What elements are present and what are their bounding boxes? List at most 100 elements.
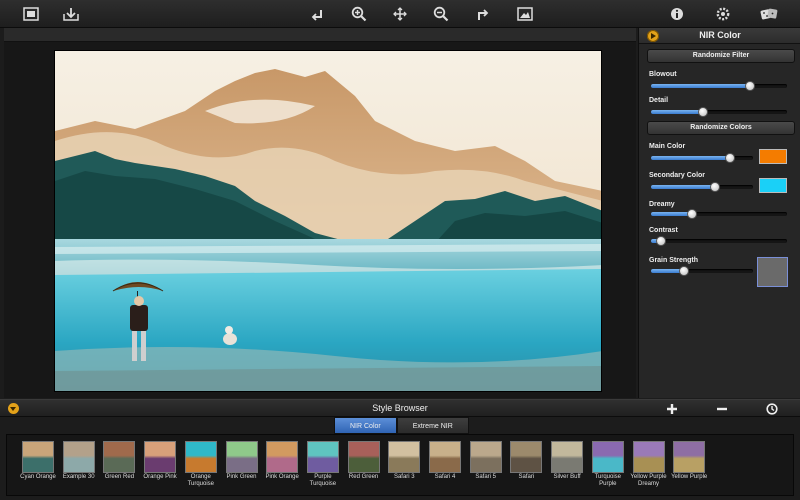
preset-thumbnail[interactable]: Silver Buff — [546, 441, 588, 481]
contrast-label: Contrast — [649, 227, 678, 234]
preset-preview-image — [266, 441, 299, 473]
style-browser-bar: Style Browser — [0, 399, 800, 417]
preset-preview-image — [551, 441, 584, 473]
preset-thumbnail[interactable]: Pink Green — [221, 441, 263, 481]
detail-label: Detail — [649, 97, 669, 104]
pan-icon[interactable] — [389, 4, 411, 24]
preset-preview-image — [632, 441, 665, 473]
blowout-knob[interactable] — [745, 81, 755, 91]
preset-thumbnail[interactable]: Red Green — [343, 441, 385, 481]
canvas-header — [4, 28, 636, 42]
preset-preview-image — [225, 441, 258, 473]
detail-slider[interactable] — [651, 107, 787, 117]
preset-thumbnail[interactable]: Cyan Orange — [17, 441, 59, 481]
preset-label: Safari — [518, 474, 535, 480]
preset-thumbnail[interactable]: Orange Pink — [139, 441, 181, 481]
preset-preview-image — [144, 441, 177, 473]
randomize-filter-button[interactable]: Randomize Filter — [647, 49, 795, 63]
preset-thumbnail[interactable]: Orange Turquoise — [180, 441, 222, 488]
preset-thumbnail[interactable]: Safari — [505, 441, 547, 481]
dice-icon[interactable] — [758, 4, 780, 24]
main-color-knob[interactable] — [725, 153, 735, 163]
main-color-slider[interactable] — [651, 153, 753, 163]
grain-color-swatch[interactable] — [757, 257, 788, 287]
preset-label: Safari 4 — [434, 474, 456, 480]
app-window: NIR Color Randomize Filter Blowout Detai… — [0, 0, 800, 500]
save-icon[interactable] — [60, 4, 82, 24]
preset-preview-image — [103, 441, 136, 473]
remove-preset-icon[interactable] — [714, 401, 730, 417]
grain-strength-label: Grain Strength — [649, 257, 699, 264]
preset-thumbnail[interactable]: Yellow Purple Dreamy — [628, 441, 670, 488]
preset-preview-image — [469, 441, 502, 473]
grain-strength-knob[interactable] — [679, 266, 689, 276]
preset-label: Pink Orange — [265, 474, 299, 480]
preset-label: Purple Turquoise — [309, 474, 337, 487]
preset-label: Silver Buff — [553, 474, 581, 480]
undo-icon[interactable] — [306, 4, 328, 24]
secondary-color-swatch[interactable] — [759, 178, 787, 193]
preset-preview-image — [591, 441, 624, 473]
tab-nir-color[interactable]: NIR Color — [334, 417, 397, 434]
preset-label: Orange Turquoise — [187, 474, 215, 487]
preset-label: Example 30 — [62, 474, 95, 480]
preset-thumbnail[interactable]: Yellow Purple — [668, 441, 710, 481]
style-browser-title: Style Browser — [372, 403, 428, 413]
tab-extreme-nir[interactable]: Extreme NIR — [396, 417, 469, 434]
preset-preview-image — [429, 441, 461, 473]
fit-icon[interactable] — [514, 4, 536, 24]
toolbar — [0, 0, 800, 28]
panel-title: NIR Color — [699, 30, 741, 40]
zoom-out-icon[interactable] — [430, 4, 452, 24]
preset-preview-image — [673, 441, 706, 473]
main-color-swatch[interactable] — [759, 149, 787, 164]
preset-preview-image — [347, 441, 380, 473]
preset-preview-image — [62, 441, 95, 473]
preset-thumbnail[interactable]: Purple Turquoise — [302, 441, 344, 488]
photo-preview[interactable] — [54, 50, 602, 392]
preset-label: Yellow Purple Dreamy — [630, 474, 667, 487]
randomize-colors-button[interactable]: Randomize Colors — [647, 121, 795, 135]
image-canvas[interactable] — [4, 28, 636, 398]
preset-label: Orange Pink — [143, 474, 177, 480]
preset-thumbnail[interactable]: Green Red — [98, 441, 140, 481]
secondary-color-label: Secondary Color — [649, 172, 706, 179]
compare-icon[interactable] — [20, 4, 42, 24]
preset-thumbnail[interactable]: Turquoise Purple — [587, 441, 629, 488]
preset-preview-image — [22, 441, 54, 473]
blowout-label: Blowout — [649, 71, 677, 78]
dreamy-label: Dreamy — [649, 201, 675, 208]
grain-strength-slider[interactable] — [651, 266, 753, 276]
preset-label: Green Red — [104, 474, 135, 480]
history-icon[interactable] — [764, 401, 780, 417]
preset-thumbnail[interactable]: Safari 3 — [383, 441, 425, 481]
preset-label: Red Green — [348, 474, 379, 480]
preset-thumbnail[interactable]: Pink Orange — [261, 441, 303, 481]
preset-label: Safari 5 — [475, 474, 497, 480]
secondary-color-slider[interactable] — [651, 182, 753, 192]
blowout-slider[interactable] — [651, 81, 787, 91]
preset-preview-image — [306, 441, 339, 473]
preset-thumbnail[interactable]: Example 30 — [58, 441, 100, 481]
preset-label: Cyan Orange — [20, 474, 56, 480]
preset-thumbnails: Cyan Orange Example 30 Green Red Orange Pin… — [6, 434, 794, 496]
secondary-color-knob[interactable] — [710, 182, 720, 192]
settings-icon[interactable] — [712, 4, 734, 24]
redo-icon[interactable] — [472, 4, 494, 24]
info-icon[interactable] — [666, 4, 688, 24]
detail-knob[interactable] — [698, 107, 708, 117]
panel-header: NIR Color — [639, 28, 800, 44]
preset-thumbnail[interactable]: Safari 4 — [424, 441, 466, 481]
contrast-slider[interactable] — [651, 236, 787, 246]
dreamy-slider[interactable] — [651, 209, 787, 219]
zoom-in-icon[interactable] — [348, 4, 370, 24]
contrast-knob[interactable] — [656, 236, 666, 246]
add-preset-icon[interactable] — [664, 401, 680, 417]
preset-label: Turquoise Purple — [594, 474, 622, 487]
preset-preview-image — [184, 441, 217, 473]
preset-preview-image — [388, 441, 421, 473]
preset-label: Pink Green — [226, 474, 257, 480]
preset-thumbnail[interactable]: Safari 5 — [465, 441, 507, 481]
dreamy-knob[interactable] — [687, 209, 697, 219]
preset-tabs: NIR Color Extreme NIR — [334, 417, 469, 434]
